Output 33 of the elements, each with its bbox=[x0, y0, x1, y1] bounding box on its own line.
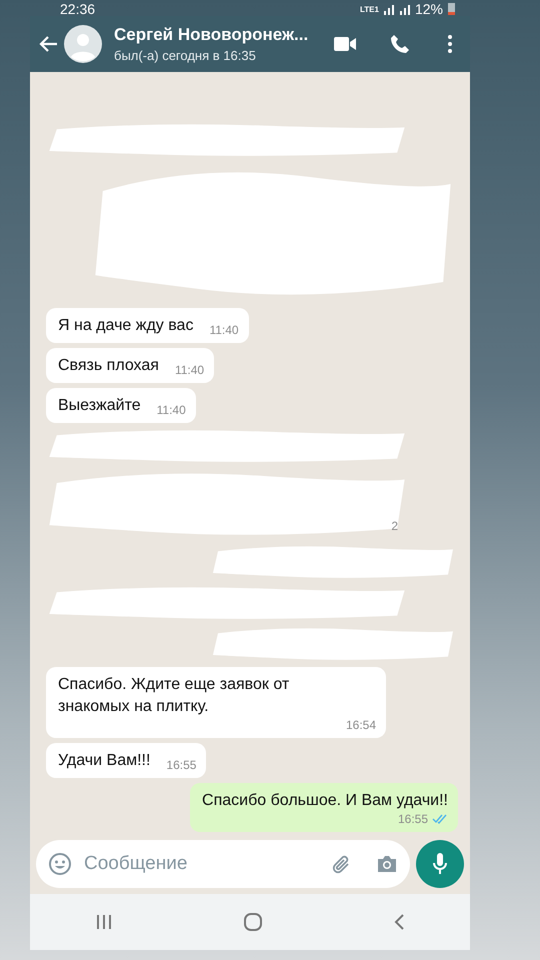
message-field[interactable]: Сообщение bbox=[36, 840, 410, 888]
message-text: Удачи Вам!!! bbox=[58, 751, 150, 771]
message-text: Спасибо. Ждите еще заявок от знакомых на плитку. bbox=[58, 675, 290, 717]
clock-time: 22:36 bbox=[60, 2, 96, 16]
message-time: 16:55 bbox=[398, 812, 428, 826]
contact-name[interactable]: Сергей Нововоронеж... bbox=[114, 25, 328, 45]
home-icon[interactable] bbox=[244, 913, 262, 931]
message-time: 2 bbox=[391, 519, 398, 533]
emoji-icon[interactable] bbox=[48, 852, 72, 876]
phone-icon[interactable] bbox=[390, 34, 410, 54]
battery-level: 12% bbox=[414, 2, 443, 16]
message-time: 11:40 bbox=[174, 363, 204, 377]
avatar-icon[interactable] bbox=[64, 25, 102, 63]
message-text: Выезжайте bbox=[58, 396, 141, 416]
back-icon[interactable] bbox=[394, 914, 404, 930]
signal-icon bbox=[384, 4, 410, 14]
back-arrow-icon[interactable] bbox=[38, 35, 58, 53]
video-call-icon[interactable] bbox=[334, 37, 356, 51]
message-text: Спасибо большое. И Вам удачи!! bbox=[202, 791, 448, 811]
message-text: Связь плохая bbox=[58, 356, 159, 376]
message-time: 11:40 bbox=[209, 323, 239, 337]
microphone-button[interactable] bbox=[416, 840, 464, 888]
menu-icon[interactable] bbox=[448, 35, 452, 53]
recent-apps-icon[interactable] bbox=[96, 914, 112, 930]
camera-icon[interactable] bbox=[376, 855, 398, 873]
message-time: 16:54 bbox=[346, 718, 376, 732]
message-time: 11:40 bbox=[156, 403, 186, 417]
battery-icon bbox=[448, 3, 455, 15]
microphone-icon bbox=[432, 852, 448, 876]
message-time: 16:55 bbox=[166, 758, 196, 772]
network-label: LTE1 bbox=[360, 4, 379, 14]
message-text: Я на даче жду вас bbox=[58, 316, 194, 336]
last-seen-text: был(-а) сегодня в 16:35 bbox=[114, 48, 257, 63]
